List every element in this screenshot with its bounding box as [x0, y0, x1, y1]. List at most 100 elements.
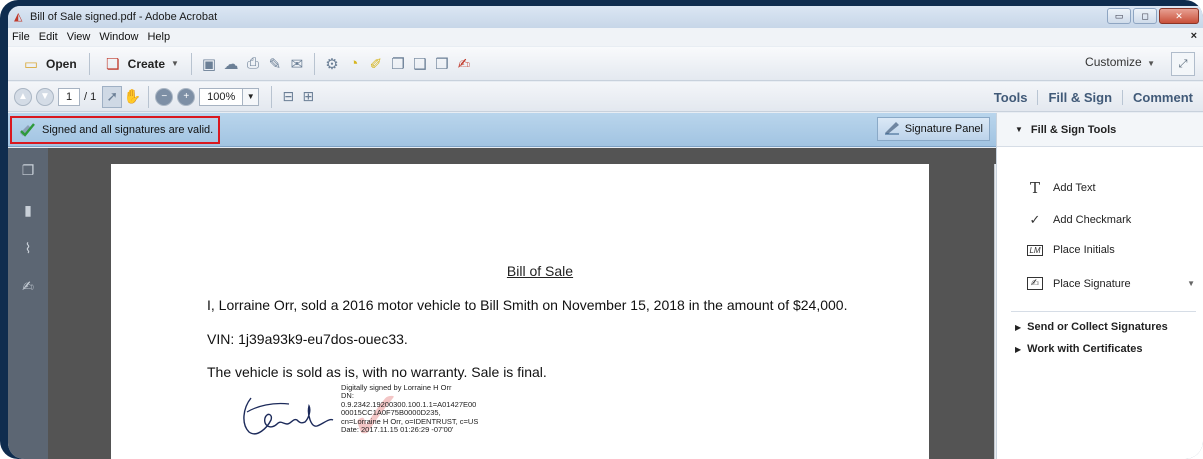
window-controls: ▭ ◻ ✕ — [1107, 8, 1199, 24]
fit-page-icon[interactable]: ⊟ — [278, 86, 298, 108]
place-initials-tool[interactable]: LM Place Initials — [1027, 244, 1115, 256]
handwritten-signature — [243, 397, 334, 435]
tab-fill-sign[interactable]: Fill & Sign — [1037, 89, 1122, 105]
main-toolbar: ▭ Open ❏ Create ▼ ▣ ☁ ⎙ ✎ ✉ ⚙ ◔ ✐ ❐ ❑ ❒ … — [8, 47, 1203, 81]
chevron-down-icon: ▼ — [1015, 125, 1023, 134]
add-checkmark-label: Add Checkmark — [1053, 214, 1132, 226]
place-initials-label: Place Initials — [1053, 244, 1115, 256]
menu-edit[interactable]: Edit — [39, 31, 58, 43]
tab-comment[interactable]: Comment — [1122, 89, 1203, 105]
attach-icon[interactable]: ❑ — [409, 53, 431, 75]
chevron-right-icon: ▶ — [1015, 323, 1022, 332]
signature-status: Signed and all signatures are valid. — [10, 116, 220, 144]
toolbar-separator — [190, 52, 192, 75]
place-signature-tool[interactable]: ✍ Place Signature — [1027, 277, 1131, 290]
panel-divider — [1011, 311, 1196, 312]
work-with-certificates-label: Work with Certificates — [1027, 343, 1143, 355]
menu-file[interactable]: File — [12, 31, 30, 43]
send-collect-signatures-label: Send or Collect Signatures — [1027, 321, 1168, 333]
print-icon[interactable]: ⎙ — [242, 53, 264, 75]
customize-label: Customize — [1085, 55, 1142, 69]
signature-panel-button[interactable]: Signature Panel — [876, 117, 990, 141]
toolbar-separator — [271, 85, 273, 108]
acrobat-logo-icon: ◭ — [14, 11, 23, 23]
signature-status-text: Signed and all signatures are valid. — [42, 124, 214, 136]
add-checkmark-tool[interactable]: ✓ Add Checkmark — [1027, 212, 1132, 228]
page-number-input[interactable]: 1 — [58, 87, 80, 106]
fill-sign-panel: ▼ Fill & Sign Tools T Add Text ✓ Add Che… — [996, 113, 1203, 459]
open-label: Open — [46, 56, 77, 71]
save-icon[interactable]: ▣ — [198, 53, 220, 75]
fill-sign-tools-header[interactable]: ▼ Fill & Sign Tools — [997, 113, 1203, 147]
select-tool-icon[interactable]: ➚ — [102, 85, 123, 108]
chevron-right-icon: ▶ — [1015, 345, 1022, 354]
create-button[interactable]: ❏ Create ▼ — [96, 52, 185, 76]
chevron-down-icon: ▼ — [1147, 59, 1155, 68]
menu-view[interactable]: View — [67, 31, 91, 43]
document-view: Bill of Sale I, Lorraine Orr, sold a 201… — [48, 148, 1006, 459]
stamp-icon[interactable]: ❐ — [387, 53, 409, 75]
signature-detail-line: Date: 2017.11.15 01:26:29 -07'00' — [341, 425, 454, 435]
email-icon[interactable]: ✉ — [286, 53, 308, 75]
close-button[interactable]: ✕ — [1159, 8, 1199, 24]
menu-help[interactable]: Help — [147, 31, 170, 43]
comment-icon[interactable]: ◔ — [343, 53, 365, 75]
attachments-icon[interactable]: ⌇ — [20, 240, 36, 258]
menu-bar: File Edit View Window Help × — [8, 28, 1203, 46]
document-line-sale: I, Lorraine Orr, sold a 2016 motor vehic… — [207, 297, 848, 313]
navigation-toolbar: ▲ ▼ 1 / 1 ➚ ✋ − + 100% ▼ ⊟ ⊞ Tools Fill … — [8, 82, 1203, 112]
navigation-pane: ❐ ▮ ⌇ ✍ — [8, 148, 48, 459]
window-title: Bill of Sale signed.pdf - Adobe Acrobat — [30, 11, 218, 23]
add-text-tool[interactable]: T Add Text — [1027, 179, 1096, 197]
maximize-button[interactable]: ◻ — [1133, 8, 1157, 24]
folder-icon: ▭ — [23, 55, 39, 73]
hand-tool-icon[interactable]: ✋ — [122, 86, 142, 108]
toolbar-separator — [313, 52, 315, 75]
work-with-certificates-section[interactable]: ▶ Work with Certificates — [1015, 343, 1142, 355]
signature-panel-label: Signature Panel — [904, 123, 983, 135]
expand-icon[interactable]: ⤢ — [1171, 52, 1195, 76]
toolbar-separator — [148, 85, 150, 108]
page-thumbnails-icon[interactable]: ❐ — [20, 162, 36, 180]
task-pane-tabs: Tools Fill & Sign Comment — [984, 82, 1203, 112]
checkmark-icon: ✓ — [1029, 212, 1041, 227]
minimize-button[interactable]: ▭ — [1107, 8, 1131, 24]
next-page-icon[interactable]: ▼ — [36, 87, 54, 106]
signatures-icon[interactable]: ✍ — [20, 278, 36, 296]
edit-icon[interactable]: ✎ — [264, 53, 286, 75]
send-collect-signatures-section[interactable]: ▶ Send or Collect Signatures — [1015, 321, 1168, 333]
document-line-vin: VIN: 1j39a93k9-eu7dos-ouec33. — [207, 331, 408, 347]
bookmarks-icon[interactable]: ▮ — [20, 202, 36, 220]
valid-signature-icon — [18, 121, 36, 140]
page-total: / 1 — [84, 90, 97, 103]
create-label: Create — [127, 56, 166, 71]
digital-signature-field[interactable]: ✓ Digitally signed by Lorraine H Orr DN:… — [237, 374, 537, 459]
document-close-button[interactable]: × — [1191, 30, 1197, 42]
toolbar-separator — [88, 52, 90, 75]
create-pdf-icon: ❏ — [105, 55, 120, 73]
signature-icon: ✍ — [1027, 277, 1043, 290]
signature-status-bar: Signed and all signatures are valid. Sig… — [8, 113, 996, 147]
text-icon: T — [1029, 179, 1040, 197]
place-signature-label: Place Signature — [1053, 277, 1131, 290]
signature-details: Digitally signed by Lorraine H Orr DN: 0… — [341, 383, 478, 435]
zoom-in-icon[interactable]: + — [177, 87, 196, 106]
settings-icon[interactable]: ⚙ — [321, 53, 343, 75]
sign-icon[interactable]: ✍ — [453, 53, 475, 75]
screenshot-frame: ◭ Bill of Sale signed.pdf - Adobe Acroba… — [0, 0, 1203, 459]
open-button[interactable]: ▭ Open — [14, 52, 83, 76]
zoom-out-icon[interactable]: − — [155, 87, 174, 106]
acrobat-window: ◭ Bill of Sale signed.pdf - Adobe Acroba… — [8, 6, 1203, 459]
tab-tools[interactable]: Tools — [984, 90, 1038, 105]
share-icon[interactable]: ❒ — [431, 53, 453, 75]
chevron-down-icon: ▼ — [171, 59, 179, 68]
cloud-upload-icon[interactable]: ☁ — [220, 53, 242, 75]
chevron-down-icon[interactable]: ▼ — [1187, 279, 1195, 288]
chevron-down-icon[interactable]: ▼ — [243, 87, 260, 106]
zoom-level-input[interactable]: 100% — [199, 87, 244, 106]
previous-page-icon[interactable]: ▲ — [14, 87, 32, 106]
highlight-icon[interactable]: ✐ — [365, 53, 387, 75]
full-screen-icon[interactable]: ⊞ — [298, 86, 318, 108]
customize-menu[interactable]: Customize ▼ — [1085, 55, 1155, 69]
menu-window[interactable]: Window — [99, 31, 138, 43]
